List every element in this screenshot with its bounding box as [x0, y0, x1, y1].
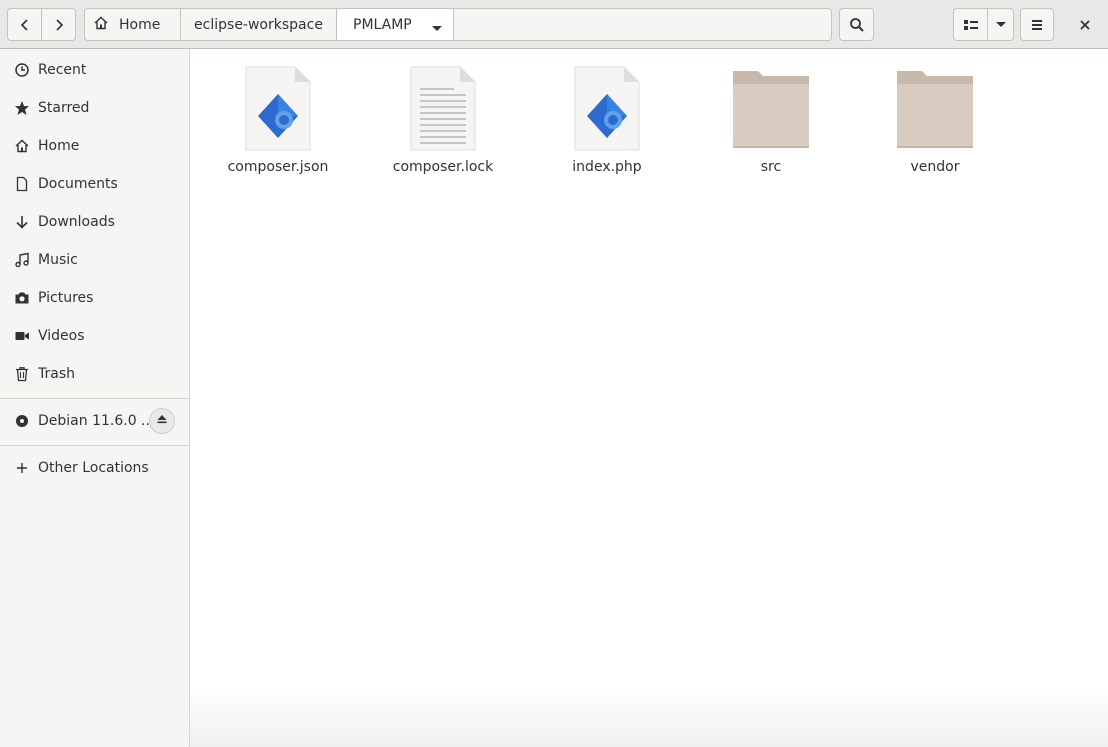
file-item-composer-lock[interactable]: composer.lock — [383, 66, 503, 186]
sidebar-item-videos[interactable]: Videos — [0, 317, 189, 355]
sidebar-separator — [0, 445, 189, 446]
search-button[interactable] — [839, 8, 874, 41]
view-mode-button[interactable] — [953, 8, 988, 41]
folder-item-src[interactable]: src — [711, 66, 831, 186]
folder-icon — [711, 66, 831, 152]
folder-icon — [875, 66, 995, 152]
path-crumb-label: eclipse-workspace — [194, 16, 323, 33]
list-view-icon — [963, 17, 979, 33]
forward-button[interactable] — [41, 8, 76, 41]
sidebar-item-starred[interactable]: Starred — [0, 89, 189, 127]
sidebar-item-home[interactable]: Home — [0, 127, 189, 165]
path-crumb-label: PMLAMP — [353, 16, 412, 33]
path-bar-empty — [454, 9, 831, 40]
document-icon — [14, 176, 30, 192]
sidebar-item-label: Recent — [38, 62, 87, 78]
disc-icon — [14, 413, 30, 429]
sidebar-item-music[interactable]: Music — [0, 241, 189, 279]
file-item-composer-json[interactable]: composer.json — [218, 66, 338, 186]
sidebar-item-label: Videos — [38, 328, 85, 344]
sidebar-item-device[interactable]: Debian 11.6.0 ... — [0, 402, 189, 440]
video-icon — [14, 328, 30, 344]
go-previous-icon — [17, 17, 33, 33]
close-icon — [1079, 19, 1091, 31]
plus-icon — [14, 460, 30, 476]
eject-icon — [156, 413, 168, 429]
sidebar-item-documents[interactable]: Documents — [0, 165, 189, 203]
sidebar-item-label: Home — [38, 138, 80, 154]
view-options-button[interactable] — [987, 8, 1014, 41]
sidebar-item-other-locations[interactable]: Other Locations — [0, 449, 189, 487]
file-item-index-php[interactable]: index.php — [547, 66, 667, 186]
sidebar-item-pictures[interactable]: Pictures — [0, 279, 189, 317]
sidebar-item-label: Debian 11.6.0 ... — [38, 413, 155, 429]
sidebar-item-label: Starred — [38, 100, 90, 116]
home-icon — [93, 15, 109, 35]
close-button[interactable] — [1069, 8, 1101, 41]
search-icon — [849, 17, 865, 33]
bottom-shade — [190, 687, 1108, 747]
camera-icon — [14, 290, 30, 306]
folder-name: vendor — [910, 159, 960, 175]
sidebar-item-recent[interactable]: Recent — [0, 51, 189, 89]
go-next-icon — [51, 17, 67, 33]
sidebar-item-label: Music — [38, 252, 78, 268]
sidebar-item-label: Downloads — [38, 214, 115, 230]
main-menu-button[interactable] — [1020, 8, 1054, 41]
script-file-icon — [218, 66, 338, 152]
music-icon — [14, 252, 30, 268]
sidebar-item-label: Trash — [38, 366, 75, 382]
trash-icon — [14, 366, 30, 382]
eject-button[interactable] — [149, 408, 175, 434]
path-bar: Home eclipse-workspace PMLAMP — [84, 8, 832, 41]
file-name: composer.lock — [392, 159, 494, 175]
sidebar-item-label: Pictures — [38, 290, 94, 306]
download-icon — [14, 214, 30, 230]
sidebar-item-label: Other Locations — [38, 460, 149, 476]
script-file-icon — [547, 66, 667, 152]
folder-name: src — [760, 159, 782, 175]
path-crumb-home[interactable]: Home — [85, 9, 181, 40]
sidebar: Recent Starred Home Documents Downloads … — [0, 49, 190, 747]
sidebar-separator — [0, 398, 189, 399]
pan-down-icon — [431, 21, 443, 37]
file-name: index.php — [572, 159, 642, 175]
path-crumb-workspace[interactable]: eclipse-workspace — [181, 9, 337, 40]
text-file-icon — [383, 66, 503, 152]
path-crumb-current[interactable]: PMLAMP — [337, 9, 454, 40]
star-icon — [14, 100, 30, 116]
folder-item-vendor[interactable]: vendor — [875, 66, 995, 186]
header-bar: Home eclipse-workspace PMLAMP — [0, 0, 1108, 49]
sidebar-item-label: Documents — [38, 176, 118, 192]
sidebar-item-downloads[interactable]: Downloads — [0, 203, 189, 241]
path-crumb-label: Home — [119, 16, 161, 33]
back-button[interactable] — [7, 8, 42, 41]
file-name: composer.json — [227, 159, 329, 175]
pan-down-icon — [995, 21, 1007, 29]
home-icon — [14, 138, 30, 154]
hamburger-menu-icon — [1029, 17, 1045, 33]
clock-icon — [14, 62, 30, 78]
sidebar-item-trash[interactable]: Trash — [0, 355, 189, 393]
